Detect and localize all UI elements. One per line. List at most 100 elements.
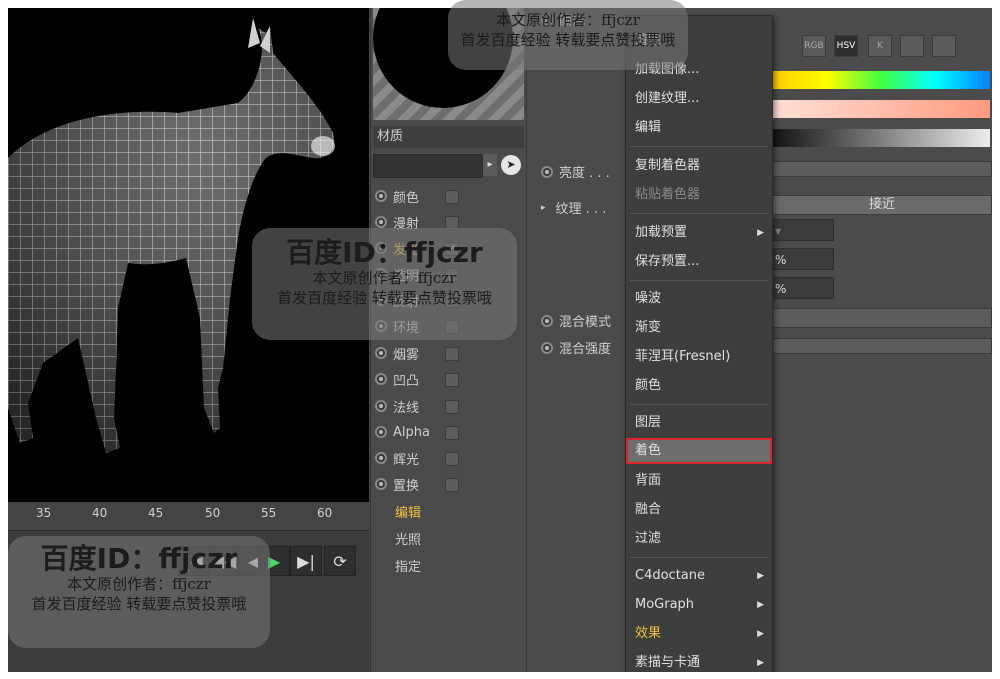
assign-item[interactable]: 指定 xyxy=(395,556,421,575)
prop-texture[interactable]: ▸ 纹理 . . . xyxy=(541,198,606,217)
menu-sketch-toon[interactable]: 素描与卡通 ▶ xyxy=(626,650,772,672)
channel-displacement[interactable]: 置换 xyxy=(375,471,459,497)
kelvin-mode-button[interactable]: K xyxy=(868,35,892,57)
loop-button[interactable]: ⟳ xyxy=(324,546,356,576)
menu-gradient[interactable]: 渐变 xyxy=(626,315,772,341)
viewport-3d[interactable] xyxy=(8,8,369,502)
menu-fresnel[interactable]: 菲涅耳(Fresnel) xyxy=(626,344,772,370)
rewind-button[interactable]: ◀◀ xyxy=(208,546,240,576)
channel-checkbox[interactable]: ✓ xyxy=(445,242,459,256)
texture-approx-bar[interactable]: 接近 xyxy=(772,195,992,215)
menu-backlight[interactable]: 背面 xyxy=(626,468,772,494)
channel-checkbox[interactable] xyxy=(445,373,459,387)
channel-checkbox[interactable] xyxy=(445,268,459,282)
prop-color[interactable]: 颜色 xyxy=(541,10,585,29)
menu-effects[interactable]: 效果 ▶ xyxy=(626,621,772,647)
radio-icon xyxy=(375,373,387,385)
menu-layer[interactable]: 图层 xyxy=(626,410,772,436)
channel-fog[interactable]: 烟雾 xyxy=(375,340,459,366)
channel-glow[interactable]: 辉光 xyxy=(375,445,459,471)
channel-reflectance[interactable]: 反射 xyxy=(375,287,459,313)
menu-create-texture[interactable]: 创建纹理... xyxy=(626,86,772,112)
blend-mode-select[interactable]: ▾ xyxy=(772,219,834,241)
brightness-slider[interactable] xyxy=(772,161,992,177)
menu-edit[interactable]: 编辑 xyxy=(626,115,772,141)
value-slider[interactable] xyxy=(772,129,990,147)
blend-strength-field[interactable]: % xyxy=(772,248,834,270)
expand-arrow-icon: ▸ xyxy=(541,202,546,213)
menu-noise[interactable]: 噪波 xyxy=(626,286,772,312)
radio-icon xyxy=(375,478,387,490)
radio-icon xyxy=(375,320,387,332)
saturation-slider[interactable] xyxy=(772,100,990,118)
submenu-arrow-icon: ▶ xyxy=(757,658,764,668)
secondary-slider[interactable] xyxy=(772,338,992,354)
channel-checkbox[interactable] xyxy=(445,452,459,466)
menu-separator xyxy=(630,146,768,147)
channel-checkbox[interactable] xyxy=(445,216,459,230)
goto-start-button[interactable]: |◀ xyxy=(178,546,210,576)
swatches-icon[interactable] xyxy=(932,35,956,57)
menu-clear[interactable]: 清除 xyxy=(626,28,772,54)
channel-diffusion[interactable]: 漫射 xyxy=(375,209,459,235)
menu-separator xyxy=(630,404,768,405)
menu-load-image[interactable]: 加载图像... xyxy=(626,57,772,83)
channel-checkbox[interactable] xyxy=(445,426,459,440)
channel-checkbox[interactable] xyxy=(445,347,459,361)
material-menu-arrow[interactable]: ▸ xyxy=(483,154,497,176)
menu-colorizer[interactable]: 着色 xyxy=(626,438,772,464)
menu-copy-shader[interactable]: 复制着色器 xyxy=(626,153,772,179)
radio-icon xyxy=(375,452,387,464)
menu-c4doctane[interactable]: C4doctane ▶ xyxy=(626,563,772,589)
channel-checkbox[interactable] xyxy=(445,190,459,204)
prop-blend-strength[interactable]: 混合强度 xyxy=(541,338,611,357)
submenu-arrow-icon: ▶ xyxy=(757,571,764,581)
channel-checkbox[interactable] xyxy=(445,478,459,492)
channel-checkbox[interactable] xyxy=(445,320,459,334)
illumination-item[interactable]: 光照 xyxy=(395,529,421,548)
radio-icon xyxy=(375,268,387,280)
rgb-mode-button[interactable]: RGB xyxy=(802,35,826,57)
menu-load-preset[interactable]: 加载预置 ▶ xyxy=(626,220,772,246)
play-button[interactable]: ▶ xyxy=(258,546,290,576)
edit-item[interactable]: 编辑 xyxy=(395,502,421,521)
pointer-icon[interactable]: ➤ xyxy=(501,155,521,175)
channel-luminance[interactable]: 发光 ✓ xyxy=(375,235,459,261)
radio-icon xyxy=(375,400,387,412)
hsv-mode-button[interactable]: HSV xyxy=(834,35,858,57)
channel-alpha[interactable]: Alpha xyxy=(375,419,459,445)
timeline-panel: 35 40 45 50 55 60 |◀ ◀◀ ◀ ▶ ▶| ⟳ xyxy=(8,502,369,672)
material-editor-channels: 材质 ▸ ➤ 颜色 漫射 发光 ✓ 透明 反射 环境 烟雾 凹凸 法线 Alpha… xyxy=(370,8,526,672)
texture-slot-bar[interactable] xyxy=(772,308,992,328)
radio-icon xyxy=(541,314,553,327)
horse-wireframe-model xyxy=(8,18,335,453)
sliders-icon[interactable] xyxy=(900,35,924,57)
radio-icon xyxy=(375,216,387,228)
hue-slider[interactable] xyxy=(772,71,990,89)
menu-paste-shader[interactable]: 粘贴着色器 xyxy=(626,182,772,208)
radio-icon xyxy=(375,347,387,359)
menu-mograph[interactable]: MoGraph ▶ xyxy=(626,592,772,618)
menu-fusion[interactable]: 融合 xyxy=(626,497,772,523)
radio-icon xyxy=(541,13,553,26)
menu-filter[interactable]: 过滤 xyxy=(626,526,772,552)
prop-blend-mode[interactable]: 混合模式 xyxy=(541,311,611,330)
channel-environment[interactable]: 环境 xyxy=(375,313,459,339)
mix-field[interactable]: % xyxy=(772,277,834,299)
channel-normal[interactable]: 法线 xyxy=(375,393,459,419)
channel-checkbox[interactable] xyxy=(445,400,459,414)
radio-icon xyxy=(375,190,387,202)
prop-brightness[interactable]: 亮度 . . . xyxy=(541,162,610,181)
timeline-ruler[interactable]: 35 40 45 50 55 60 xyxy=(8,502,369,531)
menu-save-preset[interactable]: 保存预置... xyxy=(626,249,772,275)
material-name-field[interactable] xyxy=(373,154,483,178)
step-forward-button[interactable]: ▶| xyxy=(290,546,322,576)
channel-color[interactable]: 颜色 xyxy=(375,183,459,209)
material-preview[interactable] xyxy=(373,8,524,120)
tick-label: 50 xyxy=(205,506,221,520)
radio-icon xyxy=(375,426,387,438)
channel-transparency[interactable]: 透明 xyxy=(375,261,459,287)
channel-bump[interactable]: 凹凸 xyxy=(375,366,459,392)
menu-color[interactable]: 颜色 xyxy=(626,373,772,399)
channel-checkbox[interactable] xyxy=(445,294,459,308)
